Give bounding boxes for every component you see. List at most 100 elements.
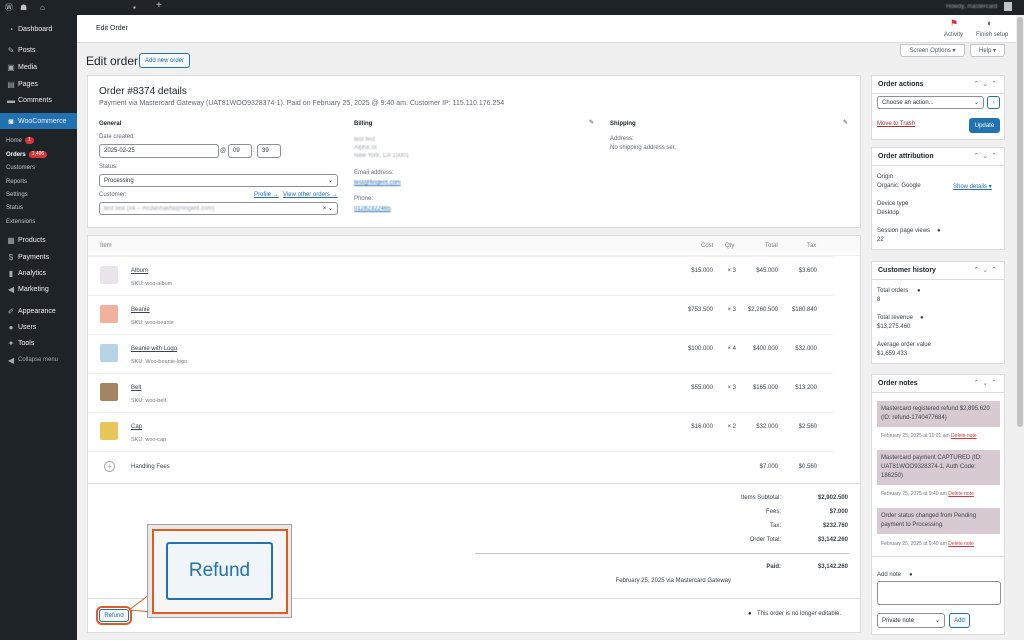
email-link[interactable]: test@fingent.com bbox=[354, 180, 401, 186]
item-total: $400.000 bbox=[752, 346, 778, 352]
product-link[interactable]: Beanie with Logo bbox=[131, 346, 177, 352]
add-note-button[interactable]: Add bbox=[949, 613, 970, 628]
finish-setup-label[interactable]: Finish setup bbox=[976, 32, 1008, 38]
sidebar-item-products[interactable]: ▦ Products bbox=[0, 232, 77, 248]
activity-label[interactable]: Activity bbox=[944, 32, 963, 38]
product-link[interactable]: Cap bbox=[131, 424, 142, 430]
sidebar-item-media[interactable]: ▣ Media bbox=[0, 59, 77, 75]
panel-arrows-icon[interactable]: ⌃⌄⌃ bbox=[973, 80, 1000, 88]
refund-zoom-label: Refund bbox=[166, 542, 273, 600]
show-details-link[interactable]: Show details ▾ bbox=[953, 183, 992, 190]
panel-arrows-icon[interactable]: ⌃⌄⌃ bbox=[973, 266, 1000, 274]
hour-input[interactable]: 09 bbox=[228, 144, 252, 158]
setup-progress-icon[interactable]: ◐ bbox=[987, 18, 992, 28]
wordpress-icon[interactable]: Ⓦ bbox=[5, 3, 13, 12]
comment-icon[interactable]: ▪ bbox=[133, 3, 136, 12]
pages-icon: ▤ bbox=[7, 79, 15, 89]
item-cost: $100.000 bbox=[687, 346, 713, 352]
panel-arrows-icon[interactable]: ⌃⌄⌃ bbox=[973, 379, 1000, 387]
sidebar-sub-home[interactable]: Home 1 bbox=[0, 134, 77, 147]
scrollbar-thumb[interactable] bbox=[1017, 17, 1023, 427]
edit-shipping-icon[interactable]: ✎ bbox=[843, 119, 848, 126]
product-link[interactable]: Belt bbox=[131, 385, 141, 391]
sidebar-item-marketing[interactable]: ◀ Marketing bbox=[0, 281, 77, 297]
sidebar-item-dashboard[interactable]: ◔ Dashboard bbox=[0, 21, 77, 37]
help-button[interactable]: Help ▾ bbox=[970, 44, 1005, 57]
panel-arrows-icon[interactable]: ⌃⌄⌃ bbox=[973, 152, 1000, 160]
help-icon[interactable]: ● bbox=[937, 228, 941, 234]
flag-icon[interactable]: ⚑ bbox=[950, 18, 958, 29]
order-attribution-panel: Order attribution ⌃⌄⌃ bbox=[871, 147, 1005, 250]
sidebar-item-payments[interactable]: $ Payments bbox=[0, 249, 77, 265]
add-new-order-button[interactable]: Add new order bbox=[139, 53, 190, 68]
total-orders-label: Total orders bbox=[877, 288, 909, 294]
item-total: $165.000 bbox=[752, 385, 778, 391]
phone-link[interactable]: 01282322465 bbox=[354, 206, 391, 212]
item-qty: × 4 bbox=[727, 346, 736, 352]
sidebar-item-users[interactable]: ● Users bbox=[0, 319, 77, 335]
sidebar-sub-orders[interactable]: Orders 1,496 bbox=[0, 148, 77, 161]
product-thumbnail bbox=[100, 344, 118, 362]
screen-options-button[interactable]: Screen Options ▾ bbox=[900, 44, 965, 57]
woo-icon: ◙ bbox=[8, 116, 14, 126]
total-revenue-label: Total revenue bbox=[877, 315, 914, 321]
scrollbar[interactable] bbox=[1016, 15, 1024, 640]
sidebar-sub-settings[interactable]: Settings bbox=[0, 188, 77, 201]
sidebar-sub-extensions[interactable]: Extensions bbox=[0, 215, 77, 228]
order-action-select[interactable]: Choose an action... ⌄ bbox=[877, 96, 984, 109]
payments-icon: $ bbox=[8, 252, 14, 262]
help-icon[interactable]: ● bbox=[917, 288, 921, 294]
update-button[interactable]: Update bbox=[969, 118, 1000, 133]
howdy-text[interactable]: Howdy, mastercard bbox=[946, 3, 997, 12]
help-icon[interactable]: ● bbox=[909, 572, 913, 578]
delete-note-link[interactable]: Delete note bbox=[951, 433, 977, 439]
delete-note-link[interactable]: Delete note bbox=[948, 491, 974, 497]
sidebar-sub-customers[interactable]: Customers bbox=[0, 161, 77, 174]
profile-link[interactable]: Profile → bbox=[254, 192, 279, 198]
order-note: Mastercard registered refund $2,895.620 … bbox=[877, 401, 1000, 427]
sidebar-item-woocommerce[interactable]: ◙ WooCommerce bbox=[0, 113, 77, 129]
sidebar-sub-status[interactable]: Status bbox=[0, 201, 77, 214]
add-new-icon[interactable]: + bbox=[156, 1, 162, 11]
note-type-select[interactable]: Private note ⌄ bbox=[877, 613, 945, 628]
move-to-trash-link[interactable]: Move to Trash bbox=[877, 121, 915, 127]
delete-note-link[interactable]: Delete note bbox=[948, 541, 974, 547]
plus-circle-icon: + bbox=[104, 461, 115, 472]
origin-label: Origin bbox=[877, 174, 894, 180]
product-thumbnail bbox=[100, 266, 118, 284]
sidebar-item-tools[interactable]: ✦ Tools bbox=[0, 335, 77, 351]
edit-billing-icon[interactable]: ✎ bbox=[589, 119, 594, 126]
col-qty: Qty bbox=[725, 243, 735, 249]
sidebar-sub-reports[interactable]: Reports bbox=[0, 175, 77, 188]
sidebar-item-posts[interactable]: ✎ Posts bbox=[0, 42, 77, 58]
note-textarea[interactable] bbox=[877, 581, 1001, 605]
total-orders-value: 8 bbox=[877, 297, 881, 303]
site-icon[interactable]: ☗ bbox=[20, 3, 27, 12]
sidebar-item-appearance[interactable]: ✐ Appearance bbox=[0, 303, 77, 319]
status-select[interactable]: Processing ⌄ bbox=[99, 174, 338, 187]
help-icon[interactable]: ● bbox=[920, 315, 924, 321]
date-label: Date created: bbox=[99, 134, 136, 140]
home-badge: 1 bbox=[25, 137, 34, 144]
view-other-orders-link[interactable]: View other orders → bbox=[283, 192, 338, 198]
date-input[interactable]: 2025-02-25 bbox=[99, 144, 219, 158]
sidebar-item-comments[interactable]: ▬ Comments bbox=[0, 92, 77, 108]
customer-select[interactable]: test test (#4 – mcdashakhil@fingent.com)… bbox=[99, 202, 338, 215]
paid-label: Paid: bbox=[766, 564, 781, 570]
sidebar-collapse[interactable]: ◀ Collapse menu bbox=[0, 352, 77, 368]
minute-input[interactable]: 39 bbox=[257, 144, 281, 158]
apply-action-button[interactable]: › bbox=[987, 96, 1000, 109]
sidebar-item-analytics[interactable]: ▮ Analytics bbox=[0, 265, 77, 281]
customer-label: Customer: bbox=[99, 192, 127, 198]
paid-total: $3,142.260 bbox=[817, 564, 848, 570]
sidebar-item-pages[interactable]: ▤ Pages bbox=[0, 76, 77, 92]
item-total: $45.000 bbox=[756, 268, 778, 274]
note-meta: February 25, 2025 at 9:40 am Delete note bbox=[881, 491, 974, 497]
shipping-address-label: Address: bbox=[610, 136, 634, 142]
home-icon[interactable]: ⌂ bbox=[40, 3, 45, 12]
chevron-down-icon: ⌄ bbox=[934, 618, 940, 624]
product-link[interactable]: Beanie bbox=[131, 307, 150, 313]
product-link[interactable]: Album bbox=[131, 268, 148, 274]
avatar[interactable] bbox=[1004, 2, 1012, 11]
note-meta: February 25, 2025 at 10:01 am Delete not… bbox=[881, 433, 977, 439]
